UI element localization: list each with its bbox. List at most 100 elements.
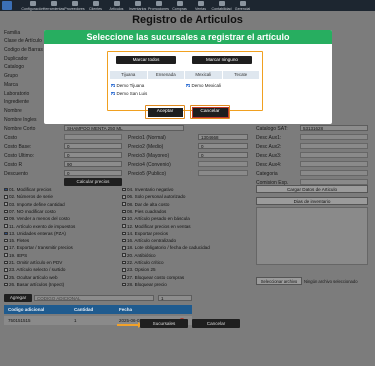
tab-mexicali[interactable]: Mexicali (185, 71, 223, 79)
option-checkbox[interactable]: 27. Bloquear costo compras (122, 275, 184, 280)
marcar-todos-button[interactable]: Marcar todos (116, 56, 176, 64)
option-checkbox[interactable]: 06. Solo personal autorizado (122, 194, 185, 199)
nombre-corto-input[interactable]: SHAMPOO MENTA 250 ML (64, 125, 184, 131)
seleccionar-archivo-button[interactable]: Seleccionar archivo (256, 277, 302, 285)
aceptar-button[interactable]: Aceptar (147, 107, 183, 117)
toolbar-item-configuracion[interactable]: Configuración (21, 0, 44, 11)
checkbox-icon[interactable] (122, 195, 126, 199)
tab-tijuana[interactable]: Tijuana (110, 71, 148, 79)
cargar-datos-button[interactable]: Cargar Datos de Articulo (256, 185, 368, 193)
option-checkbox[interactable]: 04. Inventario negativo (122, 187, 173, 192)
option-checkbox[interactable]: 08. Pies cuadrados (122, 209, 166, 214)
option-demo-tijuana[interactable]: Demo Tijuana (111, 83, 144, 88)
checkbox-icon[interactable] (4, 253, 8, 257)
precio-medio-input[interactable]: 0 (198, 143, 248, 149)
categoria-select[interactable] (300, 170, 368, 176)
option-checkbox[interactable]: 14. Exportar precios (122, 231, 168, 236)
option-checkbox[interactable]: 12. Modificar precios en ventas (122, 224, 191, 229)
checkbox-icon[interactable] (122, 268, 126, 272)
toolbar-item-promociones[interactable]: Promociones (148, 0, 169, 11)
descuento-input[interactable]: 0 (64, 170, 122, 176)
option-checkbox[interactable]: 23. Opsion 25 (122, 267, 156, 272)
option-checkbox[interactable]: 16. Artículo centralizado (122, 238, 176, 243)
costo-input[interactable] (64, 134, 122, 140)
checkbox-icon[interactable] (122, 275, 126, 279)
checkbox-icon[interactable] (122, 224, 126, 228)
toolbar-item-contabilidad[interactable]: Contabilidad (211, 0, 232, 11)
tab-ensenada[interactable]: Ensenada (148, 71, 185, 79)
option-checkbox[interactable]: 03. Importe define cantidad (4, 202, 65, 207)
checkbox-checked-icon[interactable] (111, 83, 115, 88)
option-checkbox[interactable]: 23. Artículo selecto / surtido (4, 267, 65, 272)
cancelar-page-button[interactable]: Cancelar (192, 319, 240, 328)
checkbox-icon[interactable] (122, 246, 126, 250)
marcar-ninguno-button[interactable]: Marcar ninguno (192, 56, 252, 64)
checkbox-icon[interactable] (4, 195, 8, 199)
option-checkbox[interactable]: 21. Omitir artículo en PDV (4, 260, 62, 265)
toolbar-item-clientes[interactable]: Clientes (85, 0, 106, 11)
option-checkbox[interactable]: 25. Ocultar artículo web (4, 275, 58, 280)
checkbox-icon[interactable] (4, 224, 8, 228)
checkbox-icon[interactable] (4, 268, 8, 272)
dias-inventario-button[interactable]: Dias de inventario (256, 197, 368, 205)
toolbar-item-ventas[interactable]: Ventas (190, 0, 211, 11)
checkbox-icon[interactable] (122, 202, 126, 206)
checkbox-icon[interactable] (122, 282, 126, 287)
toolbar-item-proveedores[interactable]: Proveedores (64, 0, 85, 11)
checkbox-checked-icon[interactable] (4, 231, 8, 236)
codigo-adicional-qty[interactable]: 1 (158, 295, 192, 301)
checkbox-icon[interactable] (122, 209, 126, 214)
desc-aux4-input[interactable] (300, 161, 368, 167)
catalogo-sat-input[interactable]: 53131628 (300, 125, 368, 131)
checkbox-icon[interactable] (4, 209, 8, 214)
cancelar-modal-button[interactable]: Cancelar (191, 106, 229, 118)
option-checkbox[interactable]: 18. Lote obligatorio / fecha de caducida… (122, 245, 210, 250)
option-checkbox[interactable]: 13. Unidades enteras (PZA) (4, 231, 66, 236)
checkbox-icon[interactable] (122, 253, 126, 257)
checkbox-icon[interactable] (4, 275, 8, 279)
option-checkbox[interactable]: 22. Artículo crítico (122, 260, 164, 265)
toolbar-item-articulos[interactable]: Artículos (106, 0, 127, 11)
option-checkbox[interactable]: 28. Bloquear precio (122, 282, 167, 287)
tab-tecate[interactable]: Tecate (223, 71, 260, 79)
costo-ultimo-input[interactable]: 0 (64, 152, 122, 158)
checkbox-checked-icon[interactable] (186, 83, 190, 88)
checkbox-icon[interactable] (4, 238, 8, 243)
option-checkbox[interactable]: 17. Exportar / transmitir precios (4, 245, 73, 250)
checkbox-icon[interactable] (4, 246, 8, 250)
desc-aux3-input[interactable] (300, 152, 368, 158)
checkbox-icon[interactable] (122, 260, 126, 265)
costo-r-input[interactable]: 90 (64, 161, 122, 167)
toolbar-item-herramientas[interactable]: Herramientas (43, 0, 64, 11)
option-checkbox[interactable]: 15. Fletes (4, 238, 29, 243)
checkbox-icon[interactable] (122, 187, 126, 192)
option-checkbox[interactable]: 01. Modificar precios (4, 187, 51, 192)
toolbar-item-gerencial[interactable]: Gerencial (232, 0, 253, 11)
toolbar-item-inventarios[interactable]: Inventarios (127, 0, 148, 11)
option-checkbox[interactable]: 11. Artículo exento de impuestos (4, 224, 75, 229)
checkbox-icon[interactable] (122, 216, 126, 221)
option-demo-mexicali[interactable]: Demo Mexicali (186, 83, 221, 88)
option-checkbox[interactable]: 02. Números de serie (4, 194, 53, 199)
checkbox-icon[interactable] (122, 238, 126, 243)
desc-aux2-input[interactable] (300, 143, 368, 149)
precio-publico-input[interactable] (198, 170, 248, 176)
checkbox-checked-icon[interactable] (111, 91, 115, 96)
toolbar-item-compras[interactable]: Compras (169, 0, 190, 11)
option-checkbox[interactable]: 19. IEPS (4, 253, 27, 258)
desc-aux1-input[interactable] (300, 134, 368, 140)
checkbox-icon[interactable] (122, 231, 126, 236)
precio-convenio-input[interactable] (198, 161, 248, 167)
checkbox-checked-icon[interactable] (4, 187, 8, 192)
calcular-precios-button[interactable]: Calcular precios (64, 178, 122, 186)
checkbox-icon[interactable] (4, 216, 8, 221)
option-checkbox[interactable]: 08. Dar de alta costo (122, 202, 169, 207)
option-checkbox[interactable]: 26. Basar artículos (Inpect) (4, 282, 64, 287)
sucursales-button[interactable]: Sucursales (140, 319, 188, 328)
option-demo-san-luis[interactable]: Demo San Luis (111, 91, 147, 96)
costo-base-input[interactable]: 0 (64, 143, 122, 149)
checkbox-icon[interactable] (4, 260, 8, 265)
codigo-adicional-input[interactable]: CODIGO ADICIONAL (34, 295, 154, 301)
checkbox-icon[interactable] (4, 202, 8, 206)
agregar-button[interactable]: Agregar (4, 294, 32, 302)
